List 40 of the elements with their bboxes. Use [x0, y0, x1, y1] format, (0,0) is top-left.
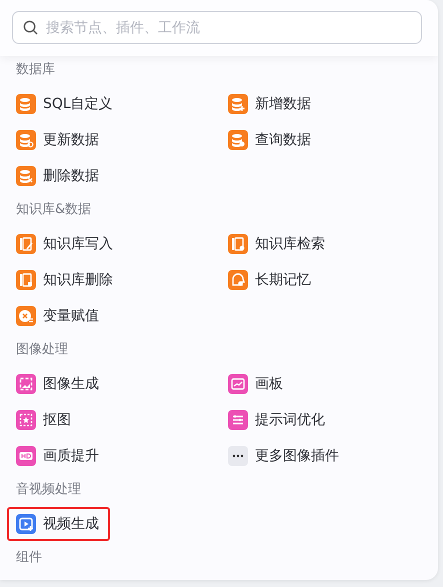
- document-delete-icon: [16, 270, 36, 290]
- search-field[interactable]: 搜索节点、插件、工作流: [12, 11, 422, 44]
- database-icon: [16, 94, 36, 114]
- node-item[interactable]: 画质提升: [6, 438, 109, 474]
- hd-icon: [16, 446, 36, 466]
- drawing-board-icon: [228, 374, 248, 394]
- section-title: 音视频处理: [16, 481, 82, 499]
- image-icon: [16, 374, 36, 394]
- node-item[interactable]: 更新数据: [6, 122, 109, 158]
- database-refresh-icon: [16, 130, 36, 150]
- more-icon: [228, 446, 248, 466]
- node-item[interactable]: 画板: [218, 366, 293, 402]
- node-item[interactable]: 更多图像插件: [218, 438, 349, 474]
- node-item[interactable]: 变量赋值: [6, 298, 109, 334]
- node-item[interactable]: 知识库写入: [6, 226, 123, 262]
- document-search-icon: [228, 234, 248, 254]
- list-icon: [228, 410, 248, 430]
- node-item[interactable]: 知识库检索: [218, 226, 335, 262]
- node-item[interactable]: 提示词优化: [218, 402, 335, 438]
- node-item[interactable]: 新增数据: [218, 86, 321, 122]
- video-icon: [16, 514, 36, 534]
- node-item[interactable]: 删除数据: [6, 158, 109, 194]
- node-item[interactable]: 抠图: [6, 402, 81, 438]
- node-item[interactable]: 长期记忆: [218, 262, 321, 298]
- node-item[interactable]: 知识库删除: [6, 262, 123, 298]
- database-search-icon: [228, 130, 248, 150]
- section-title: 数据库: [16, 61, 56, 79]
- document-pen-icon: [16, 234, 36, 254]
- node-item[interactable]: 查询数据: [218, 122, 321, 158]
- section-title: 图像处理: [16, 341, 69, 359]
- node-item[interactable]: SQL自定义: [6, 86, 123, 122]
- database-delete-icon: [16, 166, 36, 186]
- section-title: 知识库&数据: [16, 201, 92, 219]
- database-plus-icon: [228, 94, 248, 114]
- cutout-icon: [16, 410, 36, 430]
- variable-icon: [16, 306, 36, 326]
- search-icon: [23, 20, 38, 35]
- section-title: 组件: [16, 549, 43, 567]
- node-item[interactable]: 图像生成: [6, 366, 109, 402]
- node-item[interactable]: 视频生成: [6, 506, 111, 542]
